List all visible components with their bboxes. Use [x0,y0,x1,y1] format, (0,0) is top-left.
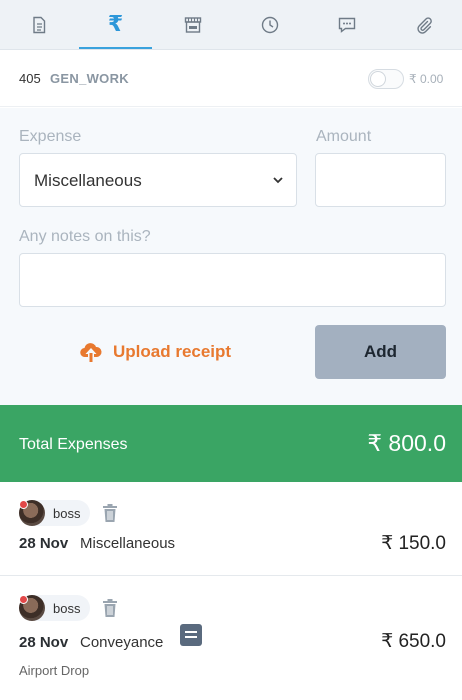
expense-select[interactable]: Miscellaneous [19,153,297,207]
clock-icon [261,16,278,33]
user-chip: boss [19,595,91,621]
avatar [19,595,45,621]
notes-input[interactable] [19,253,446,307]
toggle-knob [370,71,386,87]
expense-category: Miscellaneous [80,535,176,552]
expense-form: Expense Amount Miscellaneous Any notes o… [0,108,462,405]
expense-label: Expense [19,128,82,145]
avatar [19,500,45,526]
storefront-icon [184,16,201,33]
user-name: boss [53,505,81,521]
tab-chat[interactable] [308,0,385,49]
upload-receipt-label: Upload receipt [113,342,232,361]
expense-select-value: Miscellaneous [34,171,142,190]
total-expenses-label: Total Expenses [19,436,128,453]
cloud-upload-icon [80,343,102,362]
expense-amount: ₹ 650.0 [381,631,446,652]
tab-expenses[interactable]: ₹ [77,0,154,49]
tab-bar: ₹ [0,0,462,50]
notes-label: Any notes on this? [19,228,151,245]
document-icon [32,16,45,33]
paperclip-icon [416,16,432,34]
amount-label: Amount [316,128,372,145]
billable-toggle[interactable] [368,69,404,89]
rupee-icon: ₹ [107,12,124,37]
trash-icon[interactable] [102,599,118,617]
toggle-amount: ₹ 0.00 [409,72,444,86]
receipt-icon[interactable] [180,624,202,646]
upload-receipt-button[interactable]: Upload receipt [79,340,231,364]
tab-store[interactable] [154,0,231,49]
job-row: 405 GEN_WORK ₹ 0.00 [0,51,462,107]
tab-attachments[interactable] [385,0,462,49]
expense-category: Conveyance [80,634,164,651]
job-number: 405 [19,71,41,86]
chevron-down-icon [273,177,283,184]
total-expenses-amount: ₹ 800.0 [367,430,446,456]
user-name: boss [53,600,81,616]
chat-icon [338,17,355,33]
expense-note: Airport Drop [19,663,90,678]
job-name: GEN_WORK [50,71,129,86]
expense-item[interactable]: boss 28 Nov Miscellaneous ₹ 150.0 [0,482,462,576]
trash-icon[interactable] [102,504,118,522]
total-expenses-bar: Total Expenses ₹ 800.0 [0,405,462,482]
expense-date: 28 Nov [19,634,69,651]
amount-input[interactable] [315,153,446,207]
expense-amount: ₹ 150.0 [381,533,446,554]
expense-date: 28 Nov [19,535,69,552]
user-chip: boss [19,500,91,526]
tab-document[interactable] [0,0,77,49]
expense-item[interactable]: boss 28 Nov Conveyance ₹ 650.0 Airport D… [0,577,462,700]
tab-time[interactable] [231,0,308,49]
add-button[interactable]: Add [315,325,446,379]
